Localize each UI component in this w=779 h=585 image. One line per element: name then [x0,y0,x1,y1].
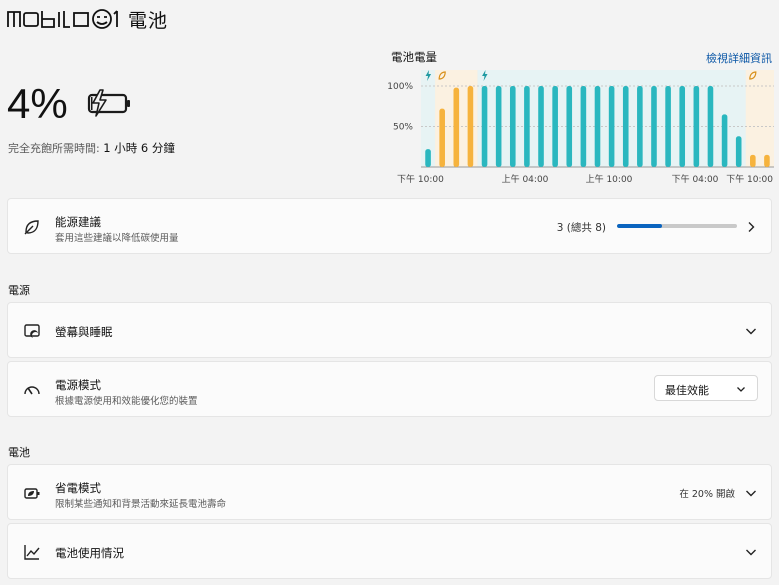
chart-x-tick-label: 下午 10:00 [726,173,773,185]
battery-charging-icon [87,89,130,117]
chart-bar [481,86,488,167]
chart-bar [524,86,530,167]
chart-bar [665,86,671,167]
chevron-down-icon [746,549,756,556]
chart-bar [566,86,573,167]
chart-state-band [745,70,774,167]
screen-sleep-icon [24,324,40,338]
logo-text: 電池 [128,9,169,32]
power-mode-subtitle: 根據電源使用和效能優化您的裝置 [55,396,198,407]
chart-bar [651,86,657,167]
full-charge-value: 1 小時 6 分鐘 [103,141,175,155]
chart-bar [707,86,714,167]
battery-saver-card[interactable]: 省電模式 限制某些通知和背景活動來延長電池壽命 在 20% 開啟 [7,464,772,520]
mobile01-logo [7,9,118,29]
battery-level-chart: 100% 50% 下午 10:00 上午 04:00 上午 10:00 下午 04:00 下… [387,70,774,185]
chart-bar [538,86,544,167]
power-section-heading: 電源 [8,284,30,297]
screen-sleep-title: 螢幕與睡眠 [55,325,113,339]
full-charge-time: 完全充飽所需時間: 1 小時 6 分鐘 [8,140,175,156]
chevron-right-icon [748,222,755,232]
battery-saver-icon [24,488,40,499]
chevron-down-icon [746,490,756,497]
full-charge-label: 完全充飽所需時間: [8,142,100,155]
site-logo: 電池 [6,6,168,32]
chart-x-tick-label: 上午 10:00 [586,173,633,185]
chart-y-tick-label: 100% [387,82,413,92]
power-mode-card: 電源模式 根據電源使用和效能優化您的裝置 最佳效能 [7,361,772,417]
chart-bar [750,154,756,167]
chart-bar [509,86,516,167]
chevron-down-icon [746,328,756,335]
power-mode-title: 電源模式 [55,378,101,392]
battery-saver-threshold: 在 20% 開啟 [679,489,735,500]
line-chart-icon [24,545,40,560]
chart-bar [453,87,460,167]
recommendations-title: 能源建議 [55,215,101,229]
chart-title: 電池電量 [391,50,437,64]
screen-sleep-card[interactable]: 螢幕與睡眠 [7,302,772,358]
battery-usage-title: 電池使用情況 [55,546,124,560]
chart-y-tick-label: 50% [393,123,413,133]
gauge-icon [24,386,40,395]
power-mode-selected: 最佳效能 [665,384,709,397]
chart-x-tick-label: 下午 04:00 [672,173,719,185]
chart-bar [425,149,431,167]
chart-bar [622,86,629,167]
chart-bar [764,154,770,167]
chart-bar [594,86,601,167]
recommendations-progress [617,224,737,228]
recommendations-progress-fill [617,224,662,228]
chart-x-tick-label: 下午 10:00 [397,173,444,185]
chart-bar [580,86,587,167]
battery-saver-subtitle: 限制某些通知和背景活動來延長電池壽命 [55,499,227,510]
chart-bar [467,86,474,167]
chart-bar [721,114,728,167]
battery-saver-title: 省電模式 [55,481,101,495]
chart-bar [495,86,502,167]
chart-bar [735,136,742,167]
chart-bar [679,86,686,167]
battery-percent: 4% [7,80,68,127]
chart-bar [637,86,643,167]
chart-bar [439,108,445,167]
energy-recommendations-card[interactable]: 能源建議 套用這些建議以降低碳使用量 3 (總共 8) [7,198,772,254]
chart-x-tick-label: 上午 04:00 [502,173,549,185]
battery-section-heading: 電池 [8,446,30,459]
chart-bar [608,86,615,167]
chevron-down-icon [737,387,745,392]
power-mode-dropdown[interactable]: 最佳效能 [654,375,758,401]
chart-bar [552,86,558,167]
leaf-icon [24,220,39,235]
recommendations-subtitle: 套用這些建議以降低碳使用量 [55,233,179,244]
recommendations-count: 3 (總共 8) [556,222,606,234]
chart-bar [693,86,700,167]
battery-usage-card[interactable]: 電池使用情況 [7,523,772,579]
